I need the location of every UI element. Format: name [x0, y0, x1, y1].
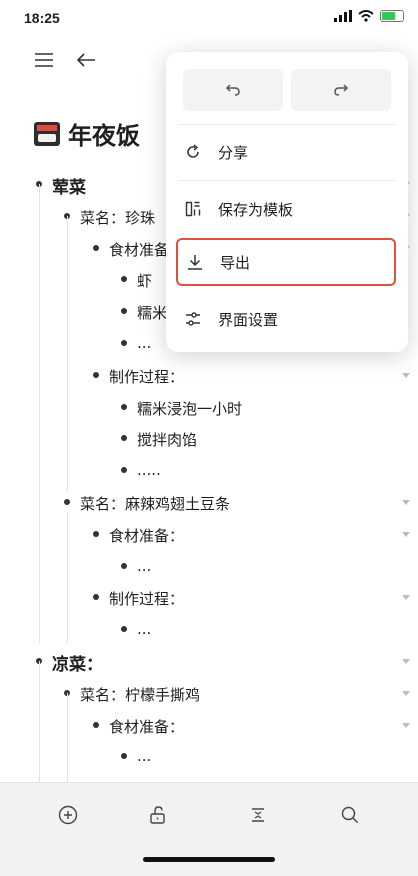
bullet-icon[interactable]: [121, 435, 127, 442]
search-button[interactable]: [332, 797, 368, 833]
outline-row-text: 糯米: [137, 304, 168, 323]
bullet-icon[interactable]: [93, 244, 99, 251]
save-as-template-menu-item[interactable]: 保存为模板: [176, 185, 396, 233]
bullet-icon[interactable]: [121, 467, 127, 474]
collapse-caret-icon[interactable]: [402, 500, 410, 505]
outline-row-text: 菜名：珍珠: [80, 208, 156, 227]
menu-divider: [178, 180, 396, 181]
outline-row-text: 食材准备：: [109, 526, 185, 545]
outline-row[interactable]: 糯米浸泡一小时: [0, 391, 418, 423]
undo-button[interactable]: [183, 69, 283, 111]
bullet-icon[interactable]: [93, 721, 99, 728]
status-time: 18:25: [24, 10, 60, 26]
outline-row-text: 菜名：柠檬手撕鸡: [80, 685, 201, 704]
title-emoji-icon: [34, 121, 60, 146]
document-title-text: 年夜饭: [68, 123, 140, 150]
search-icon: [341, 806, 359, 824]
outline-row[interactable]: 制作过程：: [0, 359, 418, 391]
add-button[interactable]: [50, 797, 86, 833]
outline-row-text: 糯米浸泡一小时: [137, 399, 243, 418]
bullet-icon[interactable]: [93, 594, 99, 601]
outline-toggle-button[interactable]: [240, 797, 276, 833]
more-menu: 分享 保存为模板 导出 界面设置: [166, 52, 408, 352]
collapse-caret-icon[interactable]: [402, 595, 410, 601]
outline-row[interactable]: ...: [0, 740, 418, 772]
outline-row[interactable]: .....: [0, 454, 418, 486]
outline-row-text: 制作过程：: [109, 590, 185, 609]
signal-icon: [334, 10, 352, 22]
outline-row[interactable]: 制作过程：: [0, 581, 418, 613]
status-bar: 18:25: [0, 0, 418, 36]
undo-icon: [225, 84, 240, 96]
outline-row[interactable]: 食材准备：: [0, 518, 418, 550]
unlock-button[interactable]: [140, 797, 176, 833]
export-icon: [184, 251, 206, 273]
bullet-icon[interactable]: [93, 371, 99, 378]
bullet-icon[interactable]: [64, 499, 70, 505]
outline-row-text: ...: [137, 747, 152, 766]
outline-row[interactable]: 食材准备：: [0, 709, 418, 741]
outline-row-text: .....: [137, 461, 161, 480]
interface-settings-label: 界面设置: [218, 310, 279, 329]
back-arrow-icon[interactable]: [70, 44, 102, 76]
collapse-caret-icon[interactable]: [402, 372, 410, 378]
bullet-icon[interactable]: [121, 276, 127, 283]
settings-sliders-icon: [182, 308, 204, 330]
outline-row-text: 食材准备: [109, 240, 170, 259]
collapse-caret-icon[interactable]: [402, 531, 410, 537]
home-indicator: [143, 857, 275, 862]
outline-row-text: ...: [137, 334, 152, 352]
document-title[interactable]: 年夜饭: [34, 116, 140, 151]
outline-row[interactable]: ...: [0, 613, 418, 645]
wifi-icon: [358, 10, 374, 22]
outline-row[interactable]: 搅拌肉馅: [0, 422, 418, 454]
bullet-icon[interactable]: [93, 530, 99, 537]
outline-row-text: 食材准备：: [109, 717, 185, 736]
share-icon: [182, 141, 204, 163]
bullet-icon[interactable]: [121, 308, 127, 315]
template-icon: [182, 198, 204, 220]
outline-row[interactable]: 凉菜：: [0, 645, 418, 677]
share-label: 分享: [218, 143, 249, 162]
add-icon: [58, 805, 78, 825]
unlock-icon: [150, 806, 165, 824]
redo-button[interactable]: [291, 69, 391, 111]
menu-icon[interactable]: [28, 44, 60, 76]
save-as-template-label: 保存为模板: [218, 200, 294, 219]
outline-row-text: ...: [137, 556, 152, 575]
outline-toggle-icon: [252, 808, 264, 822]
bullet-icon[interactable]: [121, 403, 127, 410]
collapse-caret-icon[interactable]: [402, 722, 410, 728]
export-label: 导出: [220, 253, 251, 272]
outline-row-text: 制作过程：: [109, 367, 185, 386]
bullet-icon[interactable]: [121, 562, 127, 569]
outline-row-text: 虾: [137, 272, 153, 291]
export-menu-item[interactable]: 导出: [176, 238, 396, 286]
indent-guide-line: [67, 512, 68, 643]
bullet-icon[interactable]: [121, 753, 127, 760]
outline-row-text: 菜名：麻辣鸡翅土豆条: [80, 495, 231, 513]
outline-row-text: 搅拌肉馅: [137, 431, 198, 450]
collapse-caret-icon[interactable]: [402, 690, 410, 696]
outline-row-text: 凉菜：: [52, 655, 103, 675]
redo-icon: [334, 84, 349, 96]
collapse-caret-icon[interactable]: [402, 659, 410, 664]
status-icons: [334, 10, 404, 22]
bullet-icon[interactable]: [121, 626, 127, 633]
battery-icon: [380, 10, 404, 22]
outline-row[interactable]: 菜名：麻辣鸡翅土豆条: [0, 486, 418, 518]
outline-row-text: 荤菜: [52, 178, 86, 198]
indent-guide-line: [67, 215, 68, 492]
indent-guide-line: [39, 184, 40, 643]
outline-row[interactable]: ...: [0, 550, 418, 582]
bullet-icon[interactable]: [121, 340, 127, 346]
interface-settings-menu-item[interactable]: 界面设置: [176, 295, 396, 343]
outline-row-text: ...: [137, 620, 152, 639]
share-menu-item[interactable]: 分享: [176, 128, 396, 176]
outline-row[interactable]: 菜名：柠檬手撕鸡: [0, 677, 418, 709]
menu-divider: [178, 124, 396, 125]
